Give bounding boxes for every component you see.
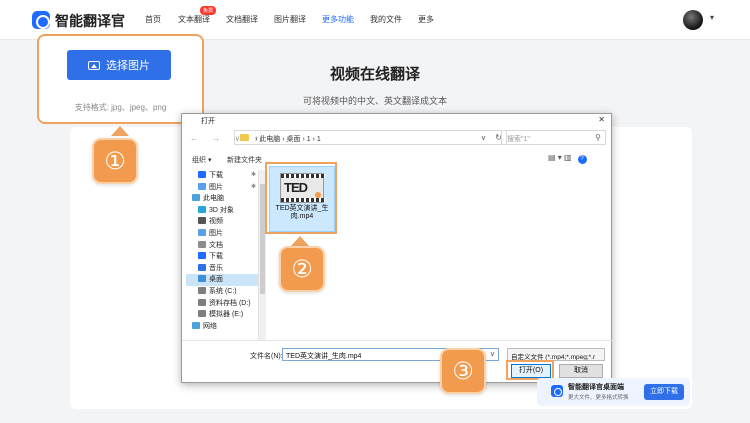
tree-item[interactable]: 桌面 (186, 274, 258, 286)
pin-icon: ✱ (250, 172, 256, 178)
download-icon (198, 171, 206, 178)
step-marker-3: ③ (440, 348, 486, 394)
tree-item[interactable]: 系统 (C:) (186, 286, 258, 298)
drive-icon (198, 298, 206, 306)
tree-item-label: 网络 (203, 322, 217, 330)
search-icon: ⚲ (595, 133, 601, 142)
tree-item-label: 模拟器 (E:) (209, 311, 244, 319)
desktop-app-banner: 智能翻译官桌面端 更大文件、更多格式转换 立即下载 (537, 378, 690, 406)
step-marker-1: ① (92, 138, 138, 184)
nav-more-features[interactable]: 更多功能 (322, 14, 354, 25)
tree-item-label: 视频 (209, 218, 223, 226)
view-options[interactable]: ▤ ▾ ▥? (548, 153, 587, 164)
tree-item-label: 3D 对象 (209, 206, 234, 214)
tree-item[interactable]: 文档 (186, 240, 258, 252)
nav-text-translate[interactable]: 文本翻译 (178, 14, 210, 25)
desktop-icon (198, 275, 206, 283)
select-image-label: 选择图片 (106, 60, 150, 72)
tree-item[interactable]: 视频 (186, 216, 258, 228)
tree-item-label: 桌面 (209, 276, 223, 284)
breadcrumb: › 此电脑 › 桌面 › 1 › 1 (255, 136, 321, 143)
tree-item[interactable]: 图片 (186, 228, 258, 240)
desktop-app-subtitle: 更大文件、更多格式转换 (568, 395, 629, 401)
nav-home[interactable]: 首页 (145, 14, 161, 25)
upload-callout: 选择图片 支持格式: jpg、jpeg、png (37, 34, 204, 124)
tree-item-label: 系统 (C:) (209, 287, 237, 295)
callout-arrow (291, 236, 309, 246)
tree-item-label: 下载 (209, 172, 223, 179)
tree-item[interactable]: 下载 (186, 251, 258, 263)
nav-image-translate[interactable]: 图片翻译 (274, 14, 306, 25)
search-placeholder: 搜索"1" (507, 136, 530, 143)
pin-icon: ✱ (250, 183, 256, 190)
document-icon (198, 240, 206, 248)
tree-item-label: 图片 (209, 229, 223, 237)
view-icons[interactable]: ▤ ▾ ▥ (548, 153, 572, 162)
file-callout (265, 162, 337, 234)
drive-icon (198, 286, 206, 294)
tree-item-label: 图片 (209, 183, 223, 191)
filename-label: 文件名(N): (250, 353, 283, 360)
tree-item-label: 下载 (209, 253, 223, 261)
drive-icon (198, 310, 206, 318)
address-bar[interactable]: › 此电脑 › 桌面 › 1 › 1 ∨ ↻ (234, 130, 507, 145)
tree-item[interactable]: 音乐 (186, 263, 258, 275)
tree-item[interactable]: 资料存档 (D:) (186, 298, 258, 310)
tree-item[interactable]: 图片 ✱ (186, 182, 258, 194)
cancel-button[interactable]: 取消 (559, 364, 603, 378)
filename-value: TED英文演讲_生肉.mp4 (286, 353, 362, 360)
picture-icon (198, 182, 206, 190)
folder-icon (240, 134, 249, 141)
supported-formats: 支持格式: jpg、jpeg、png (74, 103, 167, 112)
tree-item[interactable]: 此电脑 (186, 193, 258, 205)
chevron-down-icon[interactable]: ∨ (481, 134, 486, 142)
tree-item-label: 资料存档 (D:) (209, 299, 251, 307)
avatar[interactable] (683, 10, 703, 30)
nav-doc-translate[interactable]: 文档翻译 (226, 14, 258, 25)
desktop-app-title: 智能翻译官桌面端 (568, 384, 624, 391)
help-icon[interactable]: ? (577, 155, 587, 164)
chevron-down-icon[interactable]: ∨ (490, 350, 495, 358)
chevron-down-icon[interactable]: ▾ (710, 13, 714, 22)
tree-item[interactable]: 下载 ✱ (186, 170, 258, 182)
image-icon (88, 60, 100, 70)
tree-item[interactable]: 3D 对象 (186, 205, 258, 217)
dialog-title: 打开 (201, 118, 215, 125)
free-badge: 免费 (200, 6, 217, 15)
dialog-toolbar: 组织 ▾ 新建文件夹 ▤ ▾ ▥? (182, 152, 613, 168)
download-button[interactable]: 立即下载 (644, 384, 684, 400)
nav-my-files[interactable]: 我的文件 (370, 14, 402, 25)
search-input[interactable]: 搜索"1" ⚲ (501, 130, 606, 145)
file-open-dialog: 打开 ✕ ← → ∨ ↑ › 此电脑 › 桌面 › 1 › 1 ∨ ↻ 搜索"1… (181, 113, 613, 383)
brand-logo-icon (551, 385, 563, 397)
divider (182, 340, 613, 341)
new-folder-button[interactable]: 新建文件夹 (227, 155, 262, 165)
tree-item[interactable]: 网络 (186, 321, 258, 333)
open-callout (506, 360, 554, 380)
tree-item-label: 音乐 (209, 264, 223, 272)
tree-item-label: 此电脑 (203, 195, 224, 203)
select-image-button[interactable]: 选择图片 (67, 50, 171, 80)
tree-item[interactable]: 模拟器 (E:) (186, 309, 258, 321)
nav-more[interactable]: 更多 (418, 14, 434, 25)
video-icon (198, 217, 206, 225)
network-icon (192, 321, 200, 329)
step-marker-2: ② (279, 246, 325, 292)
cube-icon (198, 205, 206, 213)
download-icon (198, 252, 206, 260)
computer-icon (192, 194, 200, 202)
callout-arrow (111, 126, 129, 136)
organize-menu[interactable]: 组织 ▾ (192, 155, 211, 165)
brand-logo-icon[interactable] (32, 11, 50, 29)
tree-item-label: 文档 (209, 241, 223, 249)
close-icon[interactable]: ✕ (598, 115, 605, 124)
brand-name[interactable]: 智能翻译官 (55, 11, 125, 31)
music-icon (198, 263, 206, 271)
folder-tree: 下载 ✱ 图片 ✱ 此电脑 3D 对象 视频 图片 文档 下载 音乐 桌面 系统 (C:) 资料存档 (D… (186, 170, 258, 340)
picture-icon (198, 228, 206, 236)
